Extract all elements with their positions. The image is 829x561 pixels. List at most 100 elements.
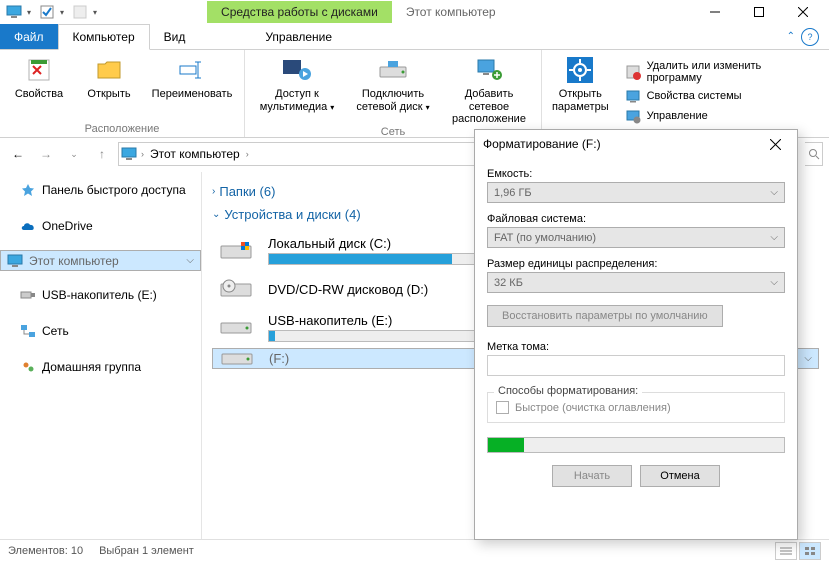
removable-disk-f-icon xyxy=(219,347,255,371)
volume-label-label: Метка тома: xyxy=(487,341,785,353)
format-options-group: Способы форматирования: Быстрое (очистка… xyxy=(487,392,785,423)
tab-file[interactable]: Файл xyxy=(0,24,58,49)
path-sep2-icon[interactable]: › xyxy=(246,149,249,159)
rename-icon xyxy=(176,54,208,86)
details-view-button[interactable] xyxy=(775,542,797,560)
status-bar: Элементов: 10 Выбран 1 элемент xyxy=(0,539,829,561)
minimize-button[interactable] xyxy=(693,0,737,24)
qat-dropdown-icon[interactable]: ▾ xyxy=(27,8,31,17)
uninstall-program-link[interactable]: Удалить или изменить программу xyxy=(625,60,815,84)
search-box[interactable] xyxy=(805,142,823,166)
dialog-close-button[interactable] xyxy=(761,132,789,156)
status-selection: Выбран 1 элемент xyxy=(99,545,194,557)
sidebar-item-onedrive[interactable]: OneDrive xyxy=(0,214,201,238)
forward-button[interactable]: → xyxy=(34,142,58,166)
format-options-legend: Способы форматирования: xyxy=(494,385,642,397)
open-settings-button[interactable]: Открыть параметры xyxy=(550,54,611,130)
cloud-icon xyxy=(20,218,36,234)
media-access-button[interactable]: Доступ к мультимедиа ▾ xyxy=(253,54,341,126)
system-props-icon xyxy=(625,88,641,104)
network-drive-icon xyxy=(377,54,409,86)
add-network-location-button[interactable]: Добавить сетевое расположение xyxy=(445,54,533,126)
quick-access-toolbar: ▾ ▾ ▾ xyxy=(4,2,97,22)
manage-icon xyxy=(625,108,641,124)
sidebar-item-homegroup[interactable]: Домашняя группа xyxy=(0,355,201,379)
breadcrumb[interactable]: Этот компьютер xyxy=(148,147,242,161)
sidebar-item-network[interactable]: Сеть xyxy=(0,319,201,343)
maximize-button[interactable] xyxy=(737,0,781,24)
status-item-count: Элементов: 10 xyxy=(8,545,83,557)
dialog-title: Форматирование (F:) xyxy=(483,137,601,151)
qat-dropdown2-icon[interactable]: ▾ xyxy=(60,8,64,17)
dialog-titlebar[interactable]: Форматирование (F:) xyxy=(475,130,797,158)
tab-manage[interactable]: Управление xyxy=(251,24,346,49)
back-button[interactable]: ← xyxy=(6,142,30,166)
sidebar-item-quick-access[interactable]: Панель быстрого доступа xyxy=(0,178,201,202)
usb-drive-icon xyxy=(20,287,36,303)
settings-gear-icon xyxy=(564,54,596,86)
local-disk-icon xyxy=(218,239,254,263)
sidebar-item-usb[interactable]: USB-накопитель (E:) xyxy=(0,283,201,307)
ribbon-collapse[interactable]: ⌃ ? xyxy=(787,24,829,49)
title-bar: ▾ ▾ ▾ Средства работы с дисками Этот ком… xyxy=(0,0,829,24)
ribbon-tabs: Файл Компьютер Вид Управление ⌃ ? xyxy=(0,24,829,50)
ribbon-group-network: Доступ к мультимедиа ▾ Подключить сетево… xyxy=(245,50,542,137)
system-links: Удалить или изменить программу Свойства … xyxy=(619,54,821,130)
quick-format-checkbox[interactable]: Быстрое (очистка оглавления) xyxy=(496,401,776,414)
format-progress-bar xyxy=(487,437,785,453)
pc-icon xyxy=(7,253,23,269)
context-tab: Средства работы с дисками xyxy=(207,1,392,23)
capacity-label: Емкость: xyxy=(487,168,785,180)
tab-computer[interactable]: Компьютер xyxy=(58,24,150,50)
dvd-drive-icon xyxy=(218,277,254,301)
rename-button[interactable]: Переименовать xyxy=(148,54,236,114)
volume-label-input[interactable] xyxy=(487,355,785,376)
thispc-icon[interactable] xyxy=(4,2,24,22)
up-button[interactable]: ↑ xyxy=(90,142,114,166)
chevron-down-icon: ⌄ xyxy=(212,209,220,220)
chevron-up-icon: ⌃ xyxy=(787,31,795,42)
folder-open-icon xyxy=(93,54,125,86)
system-manage-link[interactable]: Управление xyxy=(625,108,815,124)
allocation-label: Размер единицы распределения: xyxy=(487,258,785,270)
recent-locations-button[interactable]: ⌄ xyxy=(62,142,86,166)
map-network-drive-button[interactable]: Подключить сетевой диск ▾ xyxy=(349,54,437,126)
format-dialog: Форматирование (F:) Емкость: 1,96 ГБ Фай… xyxy=(474,129,798,540)
ribbon: Свойства Открыть Переименовать Расположе… xyxy=(0,50,829,138)
tab-view[interactable]: Вид xyxy=(150,24,200,49)
capacity-select[interactable]: 1,96 ГБ xyxy=(487,182,785,203)
network-location-icon xyxy=(473,54,505,86)
homegroup-icon xyxy=(20,359,36,375)
thispc-path-icon xyxy=(121,147,137,161)
properties-button[interactable]: Свойства xyxy=(8,54,70,114)
help-icon[interactable]: ? xyxy=(801,28,819,46)
close-button[interactable] xyxy=(781,0,825,24)
start-button[interactable]: Начать xyxy=(552,465,632,487)
star-icon xyxy=(20,182,36,198)
window-buttons xyxy=(693,0,825,24)
drive-c-usage-bar xyxy=(268,253,478,265)
ribbon-group-location: Свойства Открыть Переименовать Расположе… xyxy=(0,50,245,137)
checkbox-icon xyxy=(496,401,509,414)
network-icon xyxy=(20,323,36,339)
checkbox-qat-icon[interactable] xyxy=(37,2,57,22)
qat-dropdown3-icon[interactable]: ▾ xyxy=(93,8,97,17)
filesystem-label: Файловая система: xyxy=(487,213,785,225)
drive-e-usage-bar xyxy=(268,330,478,342)
sidebar-item-this-pc[interactable]: Этот компьютер xyxy=(0,250,201,271)
restore-defaults-button[interactable]: Восстановить параметры по умолчанию xyxy=(487,305,723,327)
system-properties-link[interactable]: Свойства системы xyxy=(625,88,815,104)
allocation-select[interactable]: 32 КБ xyxy=(487,272,785,293)
navigation-pane: Панель быстрого доступа OneDrive Этот ко… xyxy=(0,172,202,539)
uninstall-icon xyxy=(625,64,641,80)
properties-icon xyxy=(23,54,55,86)
media-icon xyxy=(281,54,313,86)
ribbon-group-system: Открыть параметры Удалить или изменить п… xyxy=(542,50,829,137)
filesystem-select[interactable]: FAT (по умолчанию) xyxy=(487,227,785,248)
cancel-button[interactable]: Отмена xyxy=(640,465,720,487)
large-icons-view-button[interactable] xyxy=(799,542,821,560)
chevron-right-icon: › xyxy=(212,186,215,197)
blank-qat-icon[interactable] xyxy=(70,2,90,22)
open-button[interactable]: Открыть xyxy=(78,54,140,114)
path-sep-icon[interactable]: › xyxy=(141,149,144,159)
